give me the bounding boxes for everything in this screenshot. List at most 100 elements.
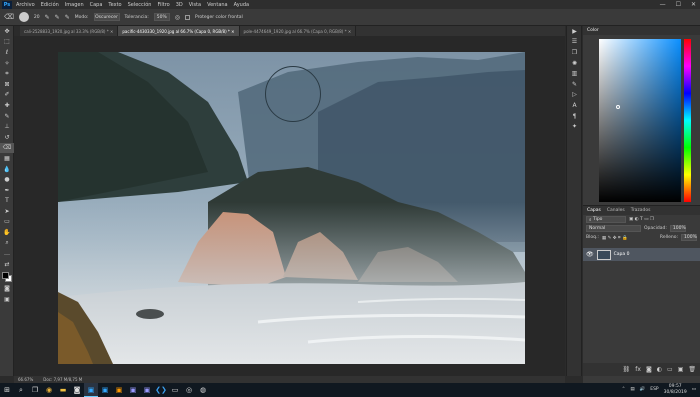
- more-tools-icon[interactable]: …: [0, 248, 14, 259]
- file-explorer-icon[interactable]: ▬: [56, 383, 70, 397]
- menu-capa[interactable]: Capa: [90, 2, 103, 8]
- styles-panel-icon[interactable]: ▥: [567, 68, 582, 79]
- type-tool-icon[interactable]: T: [0, 196, 14, 207]
- illustrator-taskbar-icon[interactable]: ▣: [112, 383, 126, 397]
- new-layer-icon[interactable]: ▣: [678, 366, 684, 373]
- visibility-eye-icon[interactable]: 👁: [586, 251, 594, 258]
- color-swatches[interactable]: [0, 270, 14, 284]
- tab-trazados[interactable]: Trazados: [631, 208, 651, 213]
- gradient-tool-icon[interactable]: ▦: [0, 153, 14, 164]
- app-icon[interactable]: ◙: [70, 383, 84, 397]
- new-group-icon[interactable]: ▭: [667, 366, 673, 373]
- properties-panel-icon[interactable]: ☰: [567, 37, 582, 48]
- menu-filtro[interactable]: Filtro: [157, 2, 169, 8]
- document-image[interactable]: [58, 52, 525, 364]
- tab-pole[interactable]: pole-4474649_1920.jpg al 66.7% (Capa 0, …: [239, 26, 357, 36]
- menu-archivo[interactable]: Archivo: [16, 2, 35, 8]
- filter-icons[interactable]: ▣ ◐ T ▭ ❐: [629, 217, 654, 222]
- notifications-icon[interactable]: ▭: [692, 387, 696, 392]
- tab-cali[interactable]: cali-2528833_1920.jpg al 33.3% (RGB/8) *…: [20, 26, 119, 36]
- blur-tool-icon[interactable]: 💧: [0, 164, 14, 175]
- chrome-icon[interactable]: ◉: [42, 383, 56, 397]
- screen-mode-icon[interactable]: ▣: [0, 294, 14, 305]
- adjustment-layer-icon[interactable]: ◐: [657, 366, 662, 373]
- lock-icons[interactable]: ▦ ✎ ✥ ⌗ 🔒: [602, 235, 628, 241]
- foreground-color-swatch[interactable]: [2, 271, 9, 279]
- tab-canales[interactable]: Canales: [607, 208, 625, 213]
- blend-mode-select[interactable]: Normal: [586, 225, 641, 232]
- menu-edicion[interactable]: Edición: [41, 2, 59, 8]
- menu-ventana[interactable]: Ventana: [207, 2, 228, 8]
- brush-preview[interactable]: [18, 12, 29, 22]
- menu-3d[interactable]: 3D: [176, 2, 183, 8]
- protect-checkbox[interactable]: [184, 14, 190, 20]
- color-panel-title[interactable]: Color: [583, 26, 700, 35]
- quick-mask-icon[interactable]: ◙: [0, 284, 14, 295]
- search-icon[interactable]: ⌕: [14, 383, 28, 397]
- photoshop-taskbar-icon[interactable]: ▣: [84, 383, 98, 397]
- sampling-background-icon[interactable]: ✎: [65, 14, 70, 21]
- tab-capas[interactable]: Capas: [587, 208, 601, 213]
- saturation-field[interactable]: [599, 39, 681, 202]
- actions-panel-icon[interactable]: ▷: [567, 90, 582, 101]
- hand-tool-icon[interactable]: ✋: [0, 227, 14, 238]
- vscode-taskbar-icon[interactable]: ❮❯: [154, 383, 168, 397]
- premiere-taskbar-icon[interactable]: ▣: [126, 383, 140, 397]
- menu-vista[interactable]: Vista: [189, 2, 201, 8]
- layer-row[interactable]: 👁 Capa 0: [583, 248, 700, 261]
- start-icon[interactable]: ⊞: [0, 383, 14, 397]
- pressure-icon[interactable]: ◎: [175, 14, 180, 21]
- task-view-icon[interactable]: ❐: [28, 383, 42, 397]
- zoom-level[interactable]: 66.67%: [18, 377, 33, 382]
- path-select-tool-icon[interactable]: ➤: [0, 206, 14, 217]
- sampling-continuous-icon[interactable]: ✎: [45, 14, 50, 21]
- move-tool-icon[interactable]: ✥: [0, 26, 14, 37]
- frame-tool-icon[interactable]: ⊠: [0, 79, 14, 90]
- network-icon[interactable]: ▤: [630, 387, 634, 392]
- adjustments-panel-icon[interactable]: ✺: [567, 58, 582, 69]
- app2-taskbar-icon[interactable]: ▭: [168, 383, 182, 397]
- add-mask-icon[interactable]: ◙: [646, 366, 652, 373]
- pen-tool-icon[interactable]: ✒: [0, 185, 14, 196]
- app3-taskbar-icon[interactable]: ◎: [182, 383, 196, 397]
- history-panel-icon[interactable]: ▶: [567, 26, 582, 37]
- tab-pacific[interactable]: pacific-4430330_1920.jpg al 66.7% (Capa …: [118, 26, 240, 36]
- stamp-tool-icon[interactable]: ⊥: [0, 121, 14, 132]
- language-indicator[interactable]: ESP: [650, 387, 658, 392]
- close-icon[interactable]: ✕: [691, 1, 696, 8]
- app4-taskbar-icon[interactable]: ◍: [196, 383, 210, 397]
- lightroom-taskbar-icon[interactable]: ▣: [98, 383, 112, 397]
- layer-name[interactable]: Capa 0: [614, 252, 630, 257]
- crop-tool-icon[interactable]: ⌗: [0, 68, 14, 79]
- menu-imagen[interactable]: Imagen: [65, 2, 84, 8]
- after-effects-taskbar-icon[interactable]: ▣: [140, 383, 154, 397]
- mode-select[interactable]: Oscurecer: [93, 13, 120, 21]
- eraser-tool-icon[interactable]: ⌫: [0, 142, 14, 154]
- opacity-input[interactable]: 100%: [669, 225, 686, 232]
- dodge-tool-icon[interactable]: ●: [0, 174, 14, 185]
- glyphs-panel-icon[interactable]: ✦: [567, 121, 582, 132]
- maximize-icon[interactable]: ☐: [676, 1, 681, 8]
- paragraph-panel-icon[interactable]: ¶: [567, 111, 582, 122]
- trash-icon[interactable]: 🗑: [688, 366, 696, 373]
- fx-icon[interactable]: fx: [635, 366, 641, 373]
- tool-preset-icon[interactable]: ⌫: [4, 13, 14, 21]
- libraries-panel-icon[interactable]: ❐: [567, 47, 582, 58]
- tray-chevron-icon[interactable]: ⌃: [622, 387, 626, 392]
- brush-tool-icon[interactable]: ✎: [0, 111, 14, 122]
- color-picker[interactable]: [599, 39, 692, 202]
- brushes-panel-icon[interactable]: ✎: [567, 79, 582, 90]
- menu-ayuda[interactable]: Ayuda: [234, 2, 249, 8]
- eyedropper-tool-icon[interactable]: ✐: [0, 90, 14, 101]
- healing-tool-icon[interactable]: ✚: [0, 100, 14, 111]
- clock[interactable]: 09:57 30/8/2019: [664, 384, 687, 395]
- tolerance-input[interactable]: 50%: [153, 13, 170, 21]
- swap-colors-icon[interactable]: ⇄: [0, 259, 14, 270]
- marquee-tool-icon[interactable]: ⬚: [0, 37, 14, 48]
- quick-select-tool-icon[interactable]: ✧: [0, 58, 14, 69]
- character-panel-icon[interactable]: A: [567, 100, 582, 111]
- link-layers-icon[interactable]: ⛓: [623, 366, 631, 373]
- kind-filter-select[interactable]: ⌕ Tipo: [586, 216, 626, 223]
- volume-icon[interactable]: 🔊: [640, 387, 646, 392]
- history-brush-tool-icon[interactable]: ↺: [0, 132, 14, 143]
